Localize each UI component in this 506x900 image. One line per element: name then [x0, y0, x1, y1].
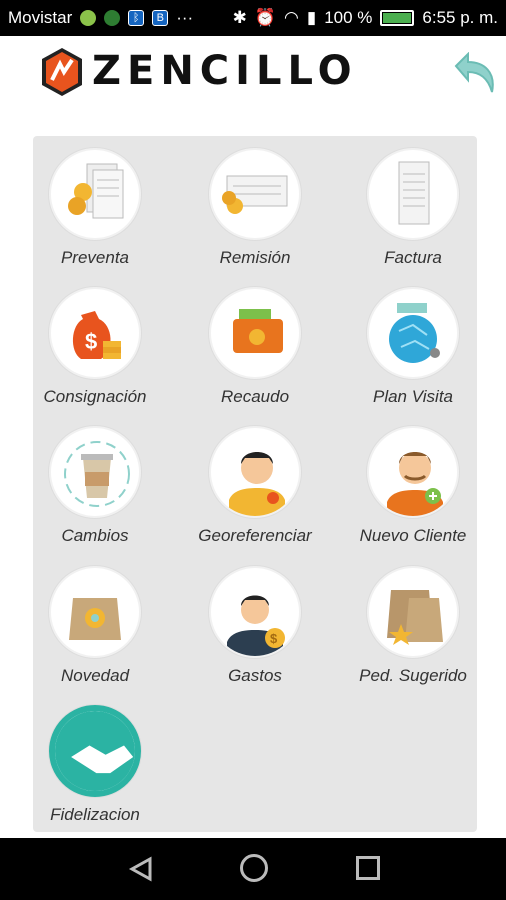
factura-icon: [367, 148, 459, 240]
menu-item-plan-visita[interactable]: Plan Visita: [343, 279, 483, 414]
money-bag-icon: $: [49, 287, 141, 379]
svg-text:$: $: [270, 631, 278, 646]
menu-item-georeferenciar[interactable]: Georeferenciar: [185, 418, 325, 553]
menu-label: Ped. Sugerido: [359, 666, 467, 685]
menu-label: Georeferenciar: [198, 526, 312, 545]
signal-icon: ▮: [306, 8, 317, 27]
menu-label: Plan Visita: [372, 387, 453, 406]
menu-item-nuevo-cliente[interactable]: Nuevo Cliente: [343, 418, 483, 553]
android-nav-bar: [0, 838, 506, 900]
brand-title: ZENCILLO: [92, 48, 358, 94]
menu-item-gastos[interactable]: $ Gastos: [185, 558, 325, 693]
nav-back-icon[interactable]: [128, 856, 154, 882]
battery-percent: 100 %: [324, 8, 373, 27]
menu-item-fidelizacion[interactable]: Fidelizacion: [25, 697, 165, 832]
menu-item-novedad[interactable]: Novedad: [25, 558, 165, 693]
menu-grid: Preventa Remisión Factura $ Consignación…: [33, 136, 477, 832]
bulb-bag-icon: [49, 566, 141, 658]
menu-item-recaudo[interactable]: Recaudo: [185, 279, 325, 414]
handshake-icon: [49, 705, 141, 797]
georeference-person-icon: [209, 426, 301, 518]
svg-text:$: $: [85, 329, 97, 354]
menu-label: Consignación: [43, 387, 147, 406]
menu-label: Remisión: [219, 248, 291, 267]
more-notifications-icon: ···: [176, 8, 194, 27]
bluetooth-app-icon: ᛒ: [128, 10, 145, 26]
menu-label: Gastos: [228, 666, 282, 685]
battery-icon: [380, 10, 415, 26]
zencillo-logo-icon: [42, 48, 82, 96]
b-app-icon: B: [152, 10, 169, 26]
nav-home-icon[interactable]: [240, 854, 268, 882]
menu-item-cambios[interactable]: Cambios: [25, 418, 165, 553]
preventa-icon: [49, 148, 141, 240]
menu-label: Cambios: [61, 526, 129, 545]
menu-label: Fidelizacion: [50, 805, 140, 824]
menu-item-preventa[interactable]: Preventa: [25, 140, 165, 275]
undo-arrow-icon[interactable]: [446, 52, 500, 98]
remision-icon: [209, 148, 301, 240]
globe-icon: [367, 287, 459, 379]
menu-label: Novedad: [60, 666, 130, 685]
clock: 6:55 p. m.: [422, 8, 498, 27]
exchange-cup-icon: [49, 426, 141, 518]
menu-item-consignacion[interactable]: $ Consignación: [25, 279, 165, 414]
expenses-person-icon: $: [209, 566, 301, 658]
menu-item-ped-sugerido[interactable]: Ped. Sugerido: [343, 558, 483, 693]
wifi-icon: ◠: [283, 8, 299, 27]
wallet-icon: [209, 287, 301, 379]
menu-item-remision[interactable]: Remisión: [185, 140, 325, 275]
menu-label: Preventa: [60, 248, 130, 267]
carrier-label: Movistar: [8, 8, 73, 27]
nav-recents-icon[interactable]: [356, 856, 380, 880]
suggested-order-icon: [367, 566, 459, 658]
menu-item-factura[interactable]: Factura: [343, 140, 483, 275]
menu-label: Recaudo: [220, 387, 290, 406]
new-client-icon: [367, 426, 459, 518]
globe-notification-icon: [104, 10, 121, 26]
alarm-icon: ⏰: [254, 8, 276, 27]
app-notification-icon: [80, 10, 97, 26]
menu-label: Nuevo Cliente: [359, 526, 467, 545]
menu-label: Factura: [384, 248, 442, 267]
bluetooth-icon: ✱: [232, 8, 247, 27]
status-bar: Movistar ᛒ B ··· ✱ ⏰ ◠ ▮ 100 % 6:55 p. m…: [0, 0, 506, 36]
